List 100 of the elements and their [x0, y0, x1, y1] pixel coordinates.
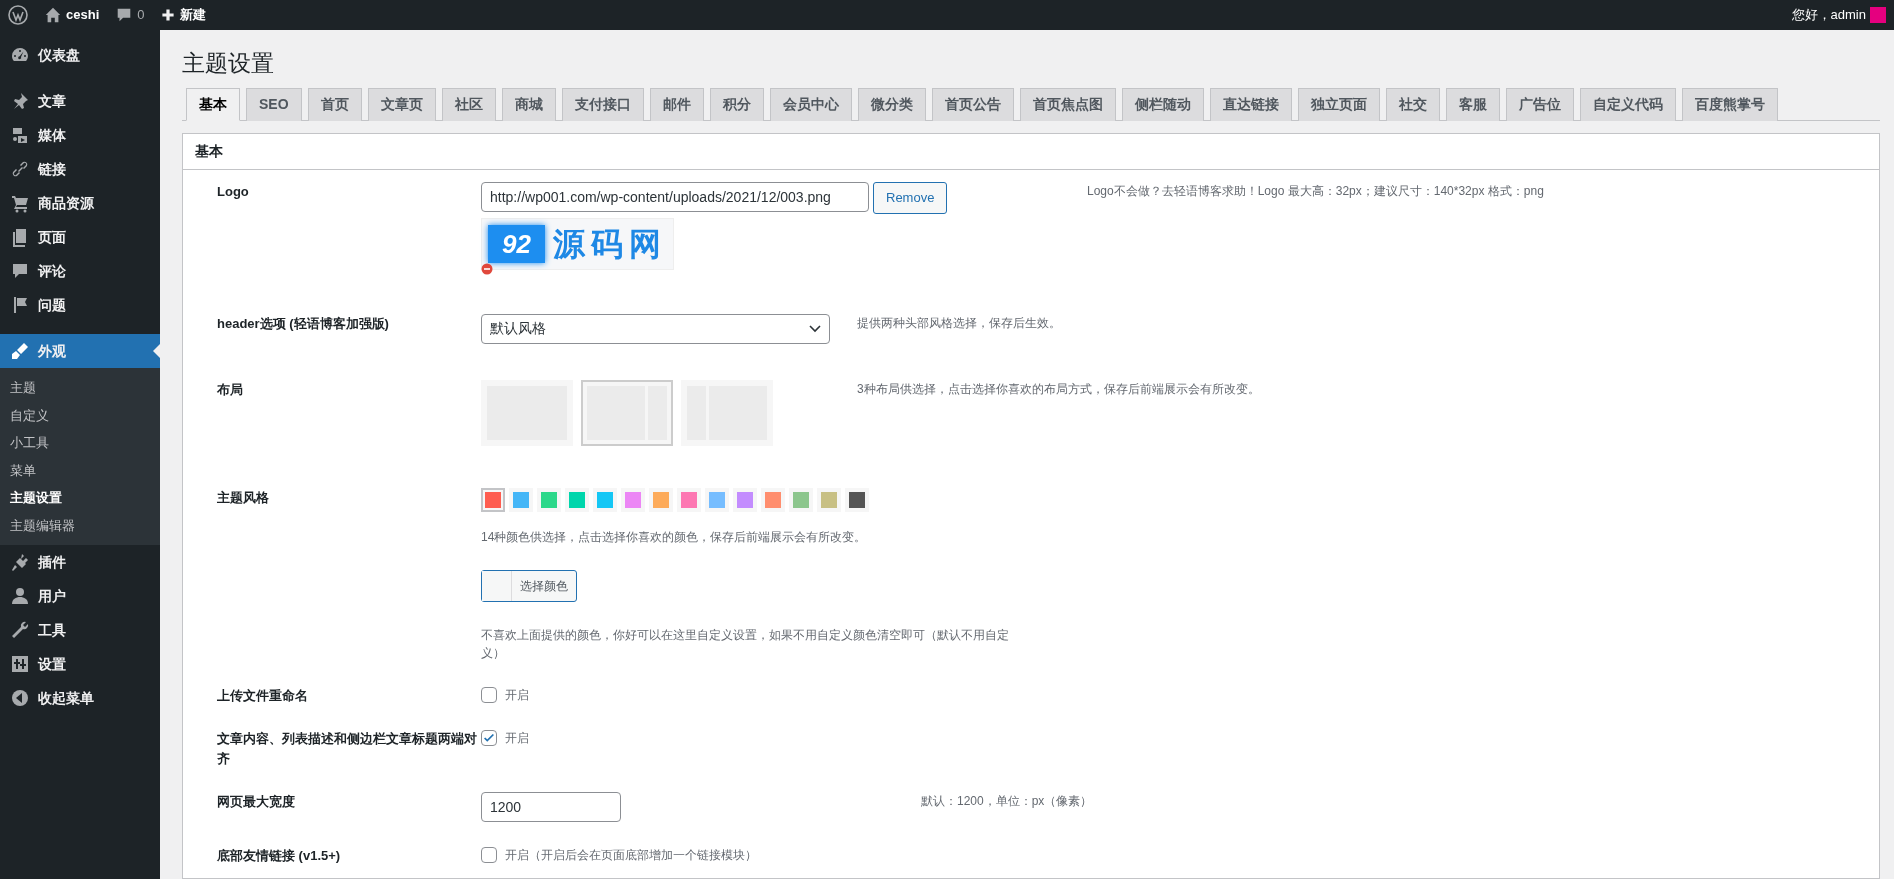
- color-swatch[interactable]: [649, 487, 673, 512]
- sidebar-menu-item[interactable]: 工具: [0, 613, 160, 647]
- link-icon: [10, 159, 30, 179]
- plug-icon: [10, 552, 30, 572]
- color-swatch[interactable]: [677, 487, 701, 512]
- new-content-link[interactable]: 新建: [160, 5, 207, 25]
- tab[interactable]: 直达链接: [1209, 87, 1292, 121]
- sidebar-menu-item[interactable]: 媒体: [0, 118, 160, 152]
- tab[interactable]: 支付接口: [561, 87, 644, 121]
- tab[interactable]: 首页公告: [931, 87, 1014, 121]
- tab[interactable]: 客服: [1445, 87, 1500, 121]
- color-picker-button[interactable]: 选择颜色: [481, 569, 577, 602]
- cart-icon: [10, 193, 30, 213]
- remove-icon[interactable]: [481, 262, 493, 275]
- tab[interactable]: 百度熊掌号: [1681, 87, 1778, 121]
- tab[interactable]: 独立页面: [1297, 87, 1380, 121]
- select-field[interactable]: 默认风格: [481, 313, 830, 344]
- submenu-item[interactable]: 自定义: [0, 401, 160, 429]
- tab[interactable]: 微分类: [857, 87, 926, 121]
- tab[interactable]: 自定义代码: [1579, 87, 1676, 121]
- sidebar-menu-item[interactable]: 插件: [0, 545, 160, 579]
- tab[interactable]: 会员中心: [769, 87, 852, 121]
- tab[interactable]: 广告位: [1505, 87, 1574, 121]
- media-icon: [10, 125, 30, 145]
- sidebar-menu-item[interactable]: 收起菜单: [0, 681, 160, 715]
- color-swatch[interactable]: [481, 487, 505, 512]
- checkbox[interactable]: [481, 730, 497, 747]
- field-label: 主题风格: [217, 489, 269, 505]
- color-swatch[interactable]: [817, 487, 841, 512]
- option-label: 开启: [505, 686, 529, 704]
- checkbox[interactable]: [481, 847, 497, 864]
- tab[interactable]: 邮件: [649, 87, 704, 121]
- tab[interactable]: 首页焦点图: [1019, 87, 1116, 121]
- color-swatch[interactable]: [789, 487, 813, 512]
- field-label: header选项 (轻语博客加强版): [217, 315, 389, 331]
- field-description: 默认：1200，单位：px（像素）: [921, 793, 1093, 811]
- sidebar-menu-item[interactable]: 链接: [0, 152, 160, 186]
- sidebar-menu-item[interactable]: 仪表盘: [0, 38, 160, 72]
- color-swatch[interactable]: [761, 487, 785, 512]
- sidebar-menu-item[interactable]: 外观: [0, 334, 160, 368]
- settings-icon: [10, 654, 30, 674]
- wordpress-logo-icon[interactable]: [8, 5, 28, 25]
- tab[interactable]: 基本: [186, 87, 240, 121]
- wrench-icon: [10, 620, 30, 640]
- comments-link[interactable]: 0: [115, 5, 145, 25]
- chevron-down-icon: [809, 324, 821, 333]
- tab[interactable]: 文章页: [367, 87, 436, 121]
- collapse-icon: [10, 688, 30, 708]
- brush-icon: [10, 341, 30, 361]
- account-link[interactable]: 您好，admin: [1791, 5, 1886, 25]
- submenu-item[interactable]: 主题编辑器: [0, 511, 160, 539]
- field-description: Logo不会做？去轻语博客求助！Logo 最大高：32px；建议尺寸：140*32px 格式：png: [1087, 182, 1544, 200]
- site-link[interactable]: ceshi: [44, 5, 100, 25]
- panel-title: 基本: [183, 133, 1879, 170]
- home-icon: [44, 6, 62, 24]
- field-description: 14种颜色供选择，点击选择你喜欢的颜色，保存后前端展示会有所改变。: [481, 528, 868, 546]
- option-label: 开启: [505, 730, 529, 748]
- color-swatch[interactable]: [621, 487, 645, 512]
- plus-icon: [160, 7, 177, 23]
- sidebar-menu-item[interactable]: 设置: [0, 647, 160, 681]
- color-swatch[interactable]: [537, 487, 561, 512]
- submenu-item[interactable]: 小工具: [0, 429, 160, 457]
- submenu-item[interactable]: 主题设置: [0, 484, 160, 512]
- layout-option[interactable]: [581, 379, 673, 446]
- tab[interactable]: 积分: [709, 87, 764, 121]
- sidebar-menu-item[interactable]: 问题: [0, 288, 160, 322]
- url-input-field[interactable]: http://wp001.com/wp-content/uploads/2021/12/003.png: [481, 181, 869, 212]
- field-description: 提供两种头部风格选择，保存后生效。: [857, 314, 1061, 332]
- field-label: 布局: [217, 381, 243, 397]
- color-swatch[interactable]: [705, 487, 729, 512]
- option-label: 开启（开启后会在页面底部增加一个链接模块）: [505, 847, 757, 865]
- tab[interactable]: 首页: [307, 87, 362, 121]
- tab[interactable]: 社交: [1385, 87, 1440, 121]
- tab[interactable]: SEO: [246, 87, 302, 121]
- comment-icon: [10, 261, 30, 281]
- field-label: 上传文件重命名: [217, 687, 308, 703]
- checkbox[interactable]: [481, 686, 497, 703]
- field-label: Logo: [217, 183, 249, 199]
- number-input-field[interactable]: 1200: [481, 792, 621, 823]
- tab[interactable]: 侧栏随动: [1121, 87, 1204, 121]
- sidebar-menu-item[interactable]: 商品资源: [0, 186, 160, 220]
- field-label: 文章内容、列表描述和侧边栏文章标题两端对齐: [217, 731, 477, 766]
- page-title: 主题设置: [182, 50, 275, 78]
- tab[interactable]: 商城: [501, 87, 556, 121]
- color-swatch[interactable]: [845, 487, 869, 512]
- sidebar-menu-item[interactable]: 评论: [0, 254, 160, 288]
- remove-button[interactable]: Remove: [873, 181, 948, 214]
- color-swatch[interactable]: [593, 487, 617, 512]
- sidebar-menu-item[interactable]: 用户: [0, 579, 160, 613]
- avatar: [1870, 7, 1886, 23]
- submenu-item[interactable]: 主题: [0, 374, 160, 402]
- sidebar-menu-item[interactable]: 页面: [0, 220, 160, 254]
- field-label: 底部友情链接 (v1.5+): [217, 848, 341, 864]
- color-swatch[interactable]: [509, 487, 533, 512]
- color-swatch[interactable]: [565, 487, 589, 512]
- field-label: 网页最大宽度: [217, 794, 295, 810]
- submenu-item[interactable]: 菜单: [0, 456, 160, 484]
- color-swatch[interactable]: [733, 487, 757, 512]
- tab[interactable]: 社区: [441, 87, 496, 121]
- sidebar-menu-item[interactable]: 文章: [0, 84, 160, 118]
